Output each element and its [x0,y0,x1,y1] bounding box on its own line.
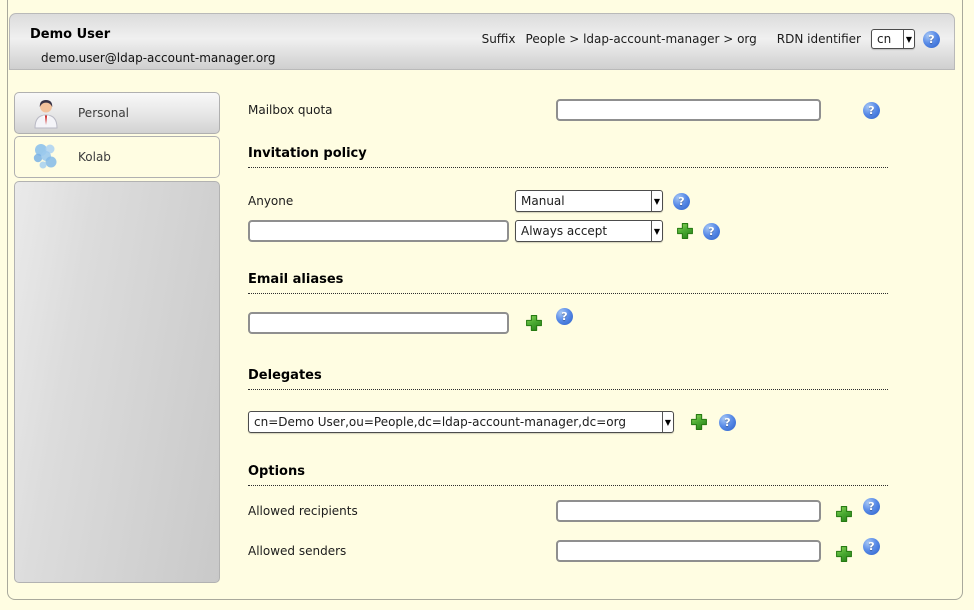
new-policy-select[interactable]: Always accept ▼ [515,220,663,242]
mailbox-quota-label: Mailbox quota [248,103,556,117]
anyone-policy-row: Anyone Manual ▼ ? [248,189,690,213]
chevron-down-icon: ▼ [662,412,673,432]
email-aliases-heading: Email aliases [248,272,888,294]
account-email: demo.user@ldap-account-manager.org [41,51,276,65]
new-delegate-select[interactable]: cn=Demo User,ou=People,dc=ldap-account-m… [248,411,674,433]
add-policy-icon[interactable] [676,222,694,240]
tab-kolab[interactable]: Kolab [14,136,220,178]
rdn-help-icon[interactable]: ? [923,31,940,48]
chevron-down-icon: ▼ [651,221,662,241]
rdn-identifier-label: RDN identifier [777,32,861,46]
sidebar-panel [14,181,220,583]
new-policy-row: Always accept ▼ ? [248,219,720,243]
header-right-group: Suffix People > ldap-account-manager > o… [482,28,940,50]
tab-personal-label: Personal [78,106,129,120]
allowed-recipients-input[interactable] [556,500,821,522]
allowed-senders-input[interactable] [556,540,821,562]
tab-kolab-label: Kolab [78,150,111,164]
chevron-down-icon: ▼ [903,30,914,48]
allowed-recipients-label: Allowed recipients [248,504,556,518]
kolab-icon [30,141,62,173]
options-heading: Options [248,464,888,486]
account-header: Demo User demo.user@ldap-account-manager… [9,13,955,70]
mailbox-quota-row: Mailbox quota ? [248,98,880,122]
add-allowed-recipient-icon[interactable] [835,505,853,523]
rdn-identifier-select[interactable]: cn ▼ [871,29,915,49]
delegate-row: cn=Demo User,ou=People,dc=ldap-account-m… [248,410,736,434]
allowed-senders-help-icon[interactable]: ? [863,538,880,555]
add-email-alias-icon[interactable] [525,314,543,332]
allowed-recipients-row: Allowed recipients ? [248,499,880,523]
suffix-label: Suffix [482,32,516,46]
allowed-recipients-help-icon[interactable]: ? [863,498,880,515]
allowed-senders-row: Allowed senders ? [248,539,880,563]
add-delegate-icon[interactable] [690,413,708,431]
delegates-heading: Delegates [248,368,888,390]
page: { "header": { "title": "Demo User", "sub… [0,0,974,610]
anyone-policy-value: Manual [521,194,647,208]
new-policy-target-input[interactable] [248,220,509,242]
email-alias-help-icon[interactable]: ? [556,308,573,325]
tab-personal[interactable]: Personal [14,92,220,134]
delegate-help-icon[interactable]: ? [719,414,736,431]
new-delegate-value: cn=Demo User,ou=People,dc=ldap-account-m… [254,415,658,429]
rdn-select-value: cn [877,32,899,46]
account-edit-panel: Demo User demo.user@ldap-account-manager… [7,0,963,600]
new-policy-help-icon[interactable]: ? [703,223,720,240]
person-icon [30,97,62,129]
mailbox-quota-help-icon[interactable]: ? [863,102,880,119]
email-alias-row: ? [248,311,573,335]
allowed-senders-label: Allowed senders [248,544,556,558]
account-title: Demo User [30,27,110,42]
new-policy-value: Always accept [521,224,647,238]
chevron-down-icon: ▼ [651,191,662,211]
mailbox-quota-input[interactable] [556,99,821,121]
suffix-breadcrumb: People > ldap-account-manager > org [526,32,757,46]
anyone-policy-select[interactable]: Manual ▼ [515,190,663,212]
anyone-label: Anyone [248,194,515,208]
invitation-policy-heading: Invitation policy [248,146,888,168]
add-allowed-sender-icon[interactable] [835,545,853,563]
anyone-policy-help-icon[interactable]: ? [673,193,690,210]
new-email-alias-input[interactable] [248,312,509,334]
